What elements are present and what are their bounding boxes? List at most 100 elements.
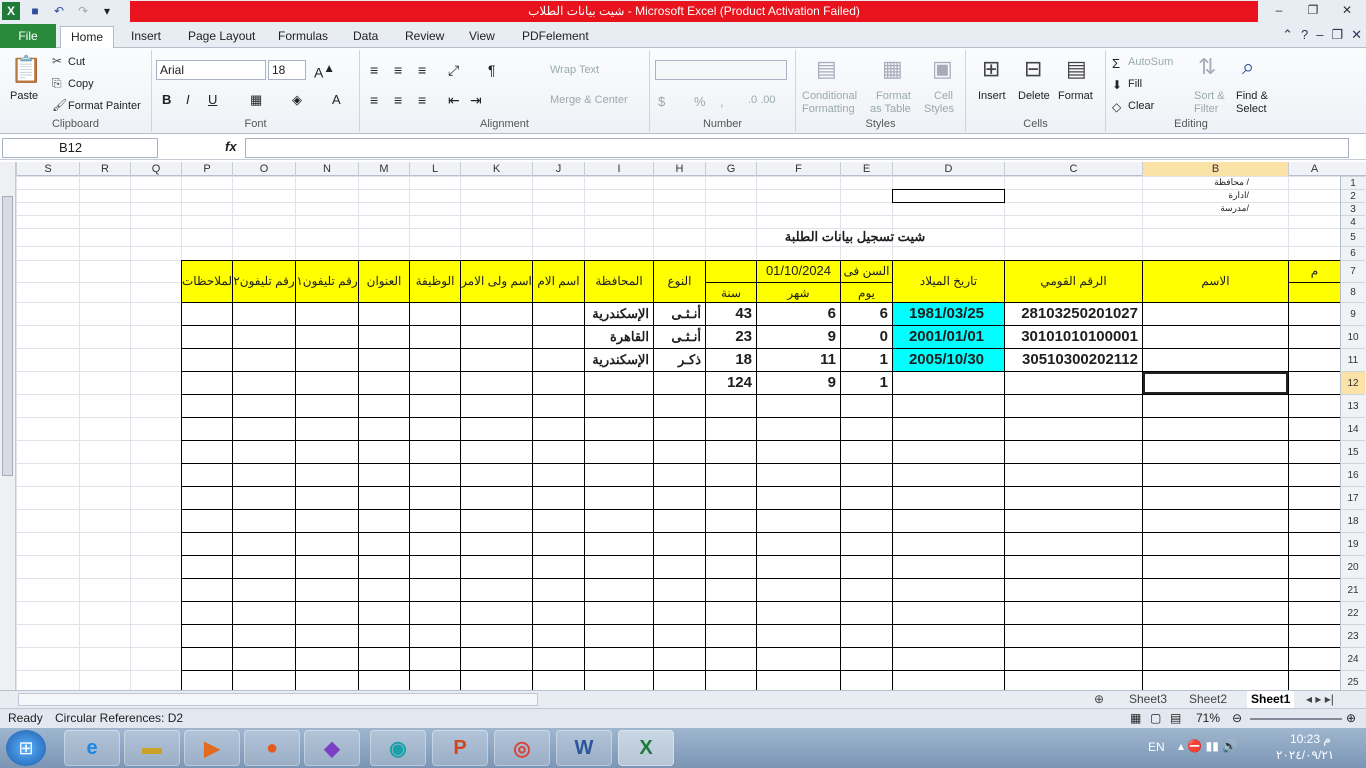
cell-f25[interactable] xyxy=(756,670,841,690)
cell-p20[interactable] xyxy=(181,555,233,579)
align-left-icon[interactable]: ≡ xyxy=(370,92,378,108)
doc-minimize-icon[interactable]: – xyxy=(1316,27,1323,43)
cell-i22[interactable] xyxy=(584,601,654,625)
excel-taskbar-icon[interactable]: X xyxy=(618,730,674,766)
minimize-icon[interactable]: – xyxy=(1262,0,1296,20)
cell-j17[interactable] xyxy=(532,486,585,510)
cell-m19[interactable] xyxy=(358,532,410,556)
cell-e22[interactable] xyxy=(840,601,893,625)
page-break-icon[interactable]: ▤ xyxy=(1170,709,1181,728)
excel-app-icon[interactable]: X xyxy=(2,2,20,20)
cell-n22[interactable] xyxy=(295,601,359,625)
header-guardian[interactable]: اسم ولى الامر xyxy=(460,260,533,303)
header-national-id[interactable]: الرقم القومي xyxy=(1004,260,1143,303)
cell-a22[interactable] xyxy=(1288,601,1340,625)
cell-m17[interactable] xyxy=(358,486,410,510)
header-notes[interactable]: الملاحظات xyxy=(181,260,233,303)
cell-p13[interactable] xyxy=(181,394,233,418)
row-header-24[interactable]: 24 xyxy=(1341,647,1365,670)
cell-e25[interactable] xyxy=(840,670,893,690)
cell-k25[interactable] xyxy=(460,670,533,690)
cell-a24[interactable] xyxy=(1288,647,1340,671)
cell-o11[interactable] xyxy=(232,348,296,372)
indent-icon[interactable]: ⇤ xyxy=(448,92,460,109)
cell-i14[interactable] xyxy=(584,417,654,441)
cell-l20[interactable] xyxy=(409,555,461,579)
cell-k23[interactable] xyxy=(460,624,533,648)
row-header-16[interactable]: 16 xyxy=(1341,463,1365,486)
cell-a14[interactable] xyxy=(1288,417,1340,441)
cell-b2[interactable]: ادارة/ xyxy=(1142,189,1289,203)
cell-f21[interactable] xyxy=(756,578,841,602)
cell-c20[interactable] xyxy=(1004,555,1143,579)
paste-button[interactable]: Paste xyxy=(10,90,38,102)
tab-insert[interactable]: Insert xyxy=(121,26,171,48)
cell-k20[interactable] xyxy=(460,555,533,579)
cell-h22[interactable] xyxy=(653,601,706,625)
align-middle-icon[interactable]: ≡ xyxy=(394,62,402,78)
cell-m16[interactable] xyxy=(358,463,410,487)
cell-l13[interactable] xyxy=(409,394,461,418)
cell-m20[interactable] xyxy=(358,555,410,579)
cell-h19[interactable] xyxy=(653,532,706,556)
cell-g13[interactable] xyxy=(705,394,757,418)
cell-i23[interactable] xyxy=(584,624,654,648)
cell-l19[interactable] xyxy=(409,532,461,556)
header-mother[interactable]: اسم الام xyxy=(532,260,585,303)
column-header-j[interactable]: J xyxy=(532,162,584,176)
cell-o21[interactable] xyxy=(232,578,296,602)
cell-e20[interactable] xyxy=(840,555,893,579)
cell-g12[interactable]: 124 xyxy=(705,371,757,395)
column-header-o[interactable]: O xyxy=(232,162,295,176)
active-cell-b12[interactable] xyxy=(1142,371,1289,395)
cell-f19[interactable] xyxy=(756,532,841,556)
cell-m13[interactable] xyxy=(358,394,410,418)
cell-h23[interactable] xyxy=(653,624,706,648)
cell-l25[interactable] xyxy=(409,670,461,690)
cell-e12[interactable]: 1 xyxy=(840,371,893,395)
cell-a25[interactable] xyxy=(1288,670,1340,690)
cell-l14[interactable] xyxy=(409,417,461,441)
cell-d25[interactable] xyxy=(892,670,1005,690)
cell-k22[interactable] xyxy=(460,601,533,625)
cell-p23[interactable] xyxy=(181,624,233,648)
column-header-f[interactable]: F xyxy=(756,162,840,176)
cell-a18[interactable] xyxy=(1288,509,1340,533)
cell-f23[interactable] xyxy=(756,624,841,648)
cell-a9[interactable] xyxy=(1288,302,1340,326)
cell-p25[interactable] xyxy=(181,670,233,690)
cell-o20[interactable] xyxy=(232,555,296,579)
cell-d12[interactable] xyxy=(892,371,1005,395)
cell-i19[interactable] xyxy=(584,532,654,556)
cell-m10[interactable] xyxy=(358,325,410,349)
delete-button[interactable]: Delete xyxy=(1018,90,1050,102)
fill-color-icon[interactable]: ◈ xyxy=(292,92,302,108)
row-header-10[interactable]: 10 xyxy=(1341,325,1365,348)
column-header-p[interactable]: P xyxy=(181,162,232,176)
cell-l24[interactable] xyxy=(409,647,461,671)
cell-e15[interactable] xyxy=(840,440,893,464)
cell-p16[interactable] xyxy=(181,463,233,487)
cell-l16[interactable] xyxy=(409,463,461,487)
cell-a12[interactable] xyxy=(1288,371,1340,395)
cell-c16[interactable] xyxy=(1004,463,1143,487)
cell-k12[interactable] xyxy=(460,371,533,395)
zoom-slider[interactable] xyxy=(1250,718,1342,720)
cell-b19[interactable] xyxy=(1142,532,1289,556)
column-header-c[interactable]: C xyxy=(1004,162,1142,176)
format-button[interactable]: Format xyxy=(1058,90,1093,102)
cell-c9[interactable]: 28103250201027 xyxy=(1004,302,1143,326)
cell-e16[interactable] xyxy=(840,463,893,487)
redo-icon[interactable]: ↷ xyxy=(74,2,92,20)
scroll-thumb[interactable] xyxy=(2,196,13,476)
cell-d10[interactable]: 2001/01/01 xyxy=(892,325,1005,349)
copy-button[interactable]: Copy xyxy=(68,78,94,90)
cell-f18[interactable] xyxy=(756,509,841,533)
font-color-icon[interactable]: A xyxy=(332,92,341,107)
cell-f13[interactable] xyxy=(756,394,841,418)
cell-j14[interactable] xyxy=(532,417,585,441)
cell-b10[interactable] xyxy=(1142,325,1289,349)
cell-styles-line2[interactable]: Styles xyxy=(924,103,954,115)
column-header-a[interactable]: A xyxy=(1288,162,1340,176)
tab-page-layout[interactable]: Page Layout xyxy=(178,26,265,48)
